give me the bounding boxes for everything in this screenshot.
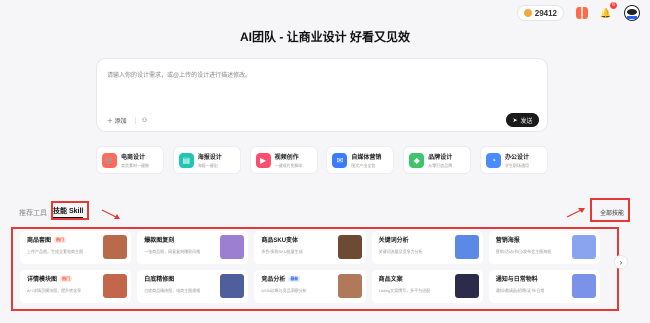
credits-value: 29412	[534, 8, 557, 18]
prompt-placeholder[interactable]: 请输入你的设计需求，或@上传的设计进行描述修改。	[107, 70, 251, 79]
category-desc: 图文产出全包	[351, 162, 376, 168]
category-title: 电商设计	[121, 154, 146, 161]
category-2[interactable]: ▶ 视频创作 一键成片免脚本	[249, 146, 318, 174]
annotation-arrow-left	[101, 209, 120, 219]
top-bar: 29412 🔔 6	[516, 0, 650, 26]
gift-icon[interactable]	[576, 7, 588, 19]
send-icon: ➤	[512, 117, 518, 124]
tab-recommend[interactable]: 推荐工具	[19, 208, 47, 218]
avatar[interactable]	[624, 5, 640, 21]
category-4[interactable]: ◆ 品牌设计 从零打造品牌	[403, 146, 472, 174]
category-title: 视频创作	[274, 154, 299, 161]
category-desc: 从零打造品牌	[428, 162, 453, 168]
highlight-box-all	[590, 198, 630, 222]
highlight-box-tab	[51, 201, 89, 220]
annotation-arrow-right	[566, 208, 585, 218]
add-label: 添加	[114, 119, 127, 125]
category-0[interactable]: 🛒 电商设计 卖货素材一键做	[96, 146, 164, 174]
video-icon: ▶	[255, 152, 271, 168]
attach-toolbar: ＋ 添加 ⚇	[107, 116, 147, 125]
coin-icon	[523, 9, 532, 17]
brand-icon: ◆	[409, 152, 425, 168]
credits-badge[interactable]: 29412	[516, 5, 564, 21]
category-title: 办公设计	[504, 154, 529, 161]
category-desc: 卖货素材一键做	[121, 162, 149, 168]
poster-icon: ▤	[178, 152, 194, 168]
notification-badge: 6	[610, 2, 617, 9]
category-1[interactable]: ▤ 海报设计 海报一键出	[172, 146, 241, 174]
category-title: 海报设计	[197, 154, 222, 161]
highlight-box-grid	[11, 227, 619, 311]
category-row: 🛒 电商设计 卖货素材一键做 ▤ 海报设计 海报一键出 ▶ 视频创作 一键成片免脚本 ✉ 自媒体营销…	[96, 146, 548, 174]
office-icon: ◔	[485, 152, 501, 168]
prompt-input-box[interactable]: 请输入你的设计需求，或@上传的设计进行描述修改。 ＋ 添加 ⚇ ➤ 发送	[96, 58, 548, 132]
category-desc: 一键成片免脚本	[274, 162, 303, 168]
category-title: 品牌设计	[428, 154, 453, 161]
add-button[interactable]: ＋ 添加	[107, 116, 127, 125]
image-mode-icon[interactable]: ⚇	[134, 117, 147, 124]
cart-icon: 🛒	[102, 152, 117, 168]
chevron-right-icon[interactable]: ›	[614, 255, 628, 269]
send-button[interactable]: ➤ 发送	[506, 113, 539, 127]
category-title: 自媒体营销	[351, 154, 382, 161]
category-desc: 海报一键出	[197, 162, 218, 168]
category-3[interactable]: ✉ 自媒体营销 图文产出全包	[326, 146, 395, 174]
category-desc: 学生职场通用	[504, 162, 529, 168]
send-label: 发送	[520, 118, 533, 125]
page-title: AI团队 - 让商业设计 好看又见效	[240, 30, 410, 44]
bell-icon[interactable]: 🔔 6	[600, 2, 617, 19]
megaphone-icon: ✉	[332, 152, 348, 168]
category-5[interactable]: ◔ 办公设计 学生职场通用	[479, 146, 548, 174]
